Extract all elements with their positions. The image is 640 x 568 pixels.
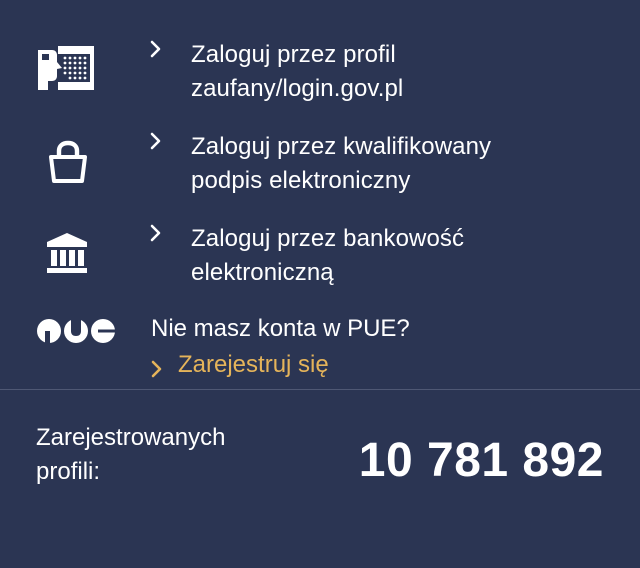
pue-logo-icon <box>37 319 116 344</box>
no-account-text: Nie masz konta w PUE? <box>151 315 410 342</box>
chevron-right-icon <box>150 224 161 242</box>
bank-icon <box>47 233 87 273</box>
id-card-icon <box>38 46 94 90</box>
chevron-right-icon <box>150 40 161 58</box>
login-option-label[interactable]: Zaloguj przez profil zaufany/login.gov.p… <box>191 38 403 106</box>
registered-profiles-count: 10 781 892 <box>358 434 604 487</box>
login-option-qualified-signature[interactable]: Zaloguj przez kwalifikowany podpis elekt… <box>0 130 640 200</box>
registration-section: Nie masz konta w PUE? Zarejestruj się <box>0 312 640 382</box>
login-option-label[interactable]: Zaloguj przez kwalifikowany podpis elekt… <box>191 130 491 198</box>
chevron-right-icon <box>151 360 162 378</box>
login-option-online-banking[interactable]: Zaloguj przez bankowość elektroniczną <box>0 222 640 292</box>
chevron-right-icon <box>150 132 161 150</box>
registered-profiles-label: Zarejestrowanych profili: <box>36 424 226 485</box>
lock-icon <box>49 140 87 183</box>
login-option-trusted-profile[interactable]: Zaloguj przez profil zaufany/login.gov.p… <box>0 38 640 108</box>
login-option-label[interactable]: Zaloguj przez bankowość elektroniczną <box>191 222 464 290</box>
divider <box>0 389 640 390</box>
login-panel: Zaloguj przez profil zaufany/login.gov.p… <box>0 0 640 568</box>
register-link-label[interactable]: Zarejestruj się <box>178 348 329 382</box>
